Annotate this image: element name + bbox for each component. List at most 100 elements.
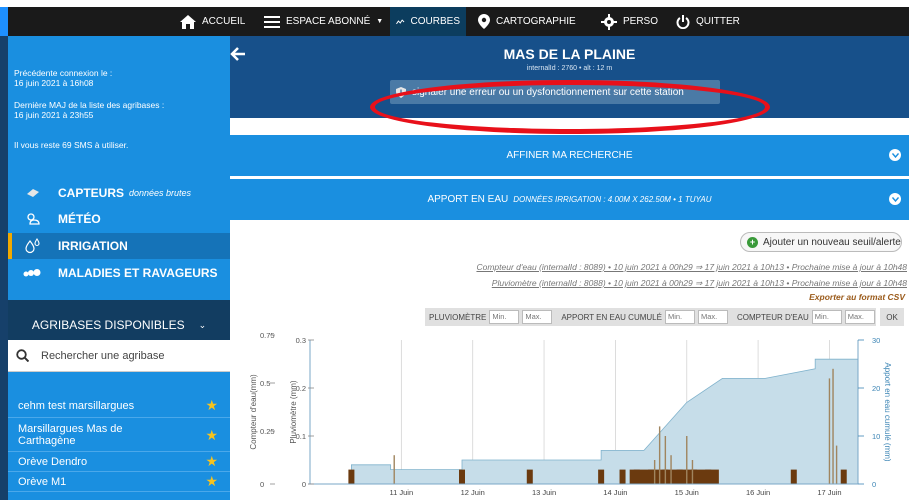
export-csv-link[interactable]: Exporter au format CSV xyxy=(809,292,905,302)
compteur-bar xyxy=(790,469,797,484)
agribase-item[interactable]: Orève Dendro ★ xyxy=(8,452,230,472)
gear-icon xyxy=(601,13,617,30)
chart-line-icon xyxy=(396,18,405,24)
y-tick-label: 10 xyxy=(872,432,880,441)
top-nav: ACCUEIL ESPACE ABONNÉ ▼ COURBES CARTOGRA… xyxy=(0,0,909,36)
agribase-item[interactable]: Orève M1 ★ xyxy=(8,472,230,492)
chevron-down-icon[interactable] xyxy=(889,193,901,205)
nav-espace-abonne[interactable]: ESPACE ABONNÉ ▼ xyxy=(258,7,389,36)
refine-search-label: AFFINER MA RECHERCHE xyxy=(506,150,633,161)
cumul-max-input[interactable]: Max. xyxy=(697,310,728,324)
cumul-area xyxy=(351,358,859,485)
station-subtitle: internalId : 2760 • alt : 12 m xyxy=(526,65,613,72)
sensor-icon xyxy=(22,188,44,198)
last-update: Dernière MAJ de la liste des agribases :… xyxy=(14,100,164,120)
agribase-item[interactable]: Marsillargues Mas de Carthagène ★ xyxy=(8,418,230,452)
pluvio-bar xyxy=(828,378,831,484)
agribase-search[interactable]: Rechercher une agribase xyxy=(8,340,230,372)
sidebar-item-maladies[interactable]: MALADIES ET RAVAGEURS xyxy=(8,260,230,286)
map-pin-icon xyxy=(478,14,490,29)
nav-accueil[interactable]: ACCUEIL xyxy=(174,7,251,36)
plus-icon: + xyxy=(747,236,758,248)
y-tick-label: 0 xyxy=(260,480,264,489)
pluvio-max-input[interactable]: Max. xyxy=(522,310,553,324)
cumul-min-input[interactable]: Min. xyxy=(664,310,695,324)
add-threshold-button[interactable]: + Ajouter un nouveau seuil/alerte xyxy=(740,232,902,252)
sidebar-item-capteurs[interactable]: CAPTEURS données brutes xyxy=(8,180,230,206)
compteur-bar xyxy=(348,469,355,484)
pluvio-bar xyxy=(686,436,688,484)
agribase-item[interactable]: cehm test marsillargues ★ xyxy=(8,394,230,418)
search-icon xyxy=(16,349,29,362)
source-link-pluvio[interactable]: Pluviomètre (internalId : 8088) • 10 jui… xyxy=(492,278,907,289)
water-drops-icon xyxy=(22,238,44,254)
source-link-compteur[interactable]: Compteur d'eau (internalId : 8089) • 10 … xyxy=(476,262,907,273)
y-axis-title-cumul: Apport en eau cumulé (mm) xyxy=(883,362,892,461)
pluvio-bar xyxy=(835,445,838,484)
sidebar-item-meteo[interactable]: MÉTÉO xyxy=(8,206,230,232)
home-icon xyxy=(180,14,196,29)
y-tick-label: 0 xyxy=(302,480,306,489)
search-input[interactable]: Rechercher une agribase xyxy=(41,350,165,362)
x-tick-label: 15 Juin xyxy=(675,488,699,497)
pluvio-bar xyxy=(658,426,661,484)
star-icon[interactable]: ★ xyxy=(205,453,218,470)
agribase-label: Orève M1 xyxy=(18,475,67,488)
last-update-value: 16 juin 2021 à 23h55 xyxy=(14,110,94,120)
y-tick-label: 20 xyxy=(872,384,880,393)
add-threshold-label: Ajouter un nouveau seuil/alerte xyxy=(763,236,901,248)
compteur-bar xyxy=(629,469,719,484)
nav-courbes[interactable]: COURBES xyxy=(390,7,466,36)
last-connection: Précédente connexion le : 16 juin 2021 à… xyxy=(14,68,112,88)
x-tick-label: 12 Juin xyxy=(461,488,485,497)
bug-icon xyxy=(22,268,44,278)
filter-pluvio-label: PLUVIOMÈTRE xyxy=(429,312,487,322)
x-tick-label: 14 Juin xyxy=(603,488,627,497)
menu-icon xyxy=(264,15,280,28)
sidebar-item-label: IRRIGATION xyxy=(58,239,128,253)
y-tick-label: 0.75 xyxy=(260,332,275,340)
y-tick-label: 0 xyxy=(872,480,876,489)
sidebar-item-sub: données brutes xyxy=(129,188,192,198)
compteur-bar xyxy=(619,469,626,484)
nav-espace-abonne-label: ESPACE ABONNÉ xyxy=(286,16,371,27)
y-tick-label: 30 xyxy=(872,336,880,345)
compteur-bar xyxy=(840,469,847,484)
compteur-min-input[interactable]: Min. xyxy=(811,310,842,324)
refine-search-bar[interactable]: AFFINER MA RECHERCHE xyxy=(230,135,909,176)
nav-cartographie[interactable]: CARTOGRAPHIE xyxy=(472,7,582,36)
pluvio-bar xyxy=(670,455,672,484)
nav-quitter-label: QUITTER xyxy=(696,16,740,27)
y-axis-title-compteur: Compteur d'eau(mm) xyxy=(249,374,258,450)
last-connection-value: 16 juin 2021 à 16h08 xyxy=(14,78,94,88)
filter-ok-button[interactable]: OK xyxy=(880,308,904,326)
agribase-label: Orève Dendro xyxy=(18,455,88,468)
water-supply-bar[interactable]: APPORT EN EAU DONNÉES IRRIGATION : 4.00M… xyxy=(230,179,909,220)
compteur-max-input[interactable]: Max. xyxy=(844,310,875,324)
star-icon[interactable]: ★ xyxy=(205,397,218,414)
filter-cumul-label: APPORT EN EAU CUMULÉ xyxy=(561,312,662,322)
pluvio-bar xyxy=(691,460,694,484)
nav-perso[interactable]: PERSO xyxy=(595,7,664,36)
pluvio-bar xyxy=(653,460,656,484)
irrigation-chart: 11 Juin 12 Juin 13 Juin 14 Juin 15 Juin 16 Ju… xyxy=(249,332,892,497)
x-tick-label: 16 Juin xyxy=(746,488,770,497)
sidebar-item-label: MÉTÉO xyxy=(58,212,101,226)
nav-cartographie-label: CARTOGRAPHIE xyxy=(496,16,576,27)
chevron-down-icon: ▼ xyxy=(376,18,384,25)
star-icon[interactable]: ★ xyxy=(205,473,218,490)
y-axis-title-pluvio: Pluviomètre (mm) xyxy=(289,380,298,443)
highlight-ellipse xyxy=(370,80,770,134)
y-tick-label: 0.3 xyxy=(296,336,306,345)
compteur-bar xyxy=(459,469,465,484)
sidebar-item-irrigation[interactable]: IRRIGATION xyxy=(8,233,230,259)
nav-quitter[interactable]: QUITTER xyxy=(670,7,746,36)
chevron-down-icon[interactable] xyxy=(889,149,901,161)
pluvio-min-input[interactable]: Min. xyxy=(489,310,520,324)
main-content: MAS DE LA PLAINE internalId : 2760 • alt… xyxy=(230,36,909,500)
sidebar-item-label: CAPTEURS xyxy=(58,186,125,200)
nav-perso-label: PERSO xyxy=(623,16,659,27)
nav-accueil-label: ACCUEIL xyxy=(202,16,246,27)
y-tick-label: 0.5 xyxy=(260,379,270,388)
star-icon[interactable]: ★ xyxy=(205,428,218,442)
